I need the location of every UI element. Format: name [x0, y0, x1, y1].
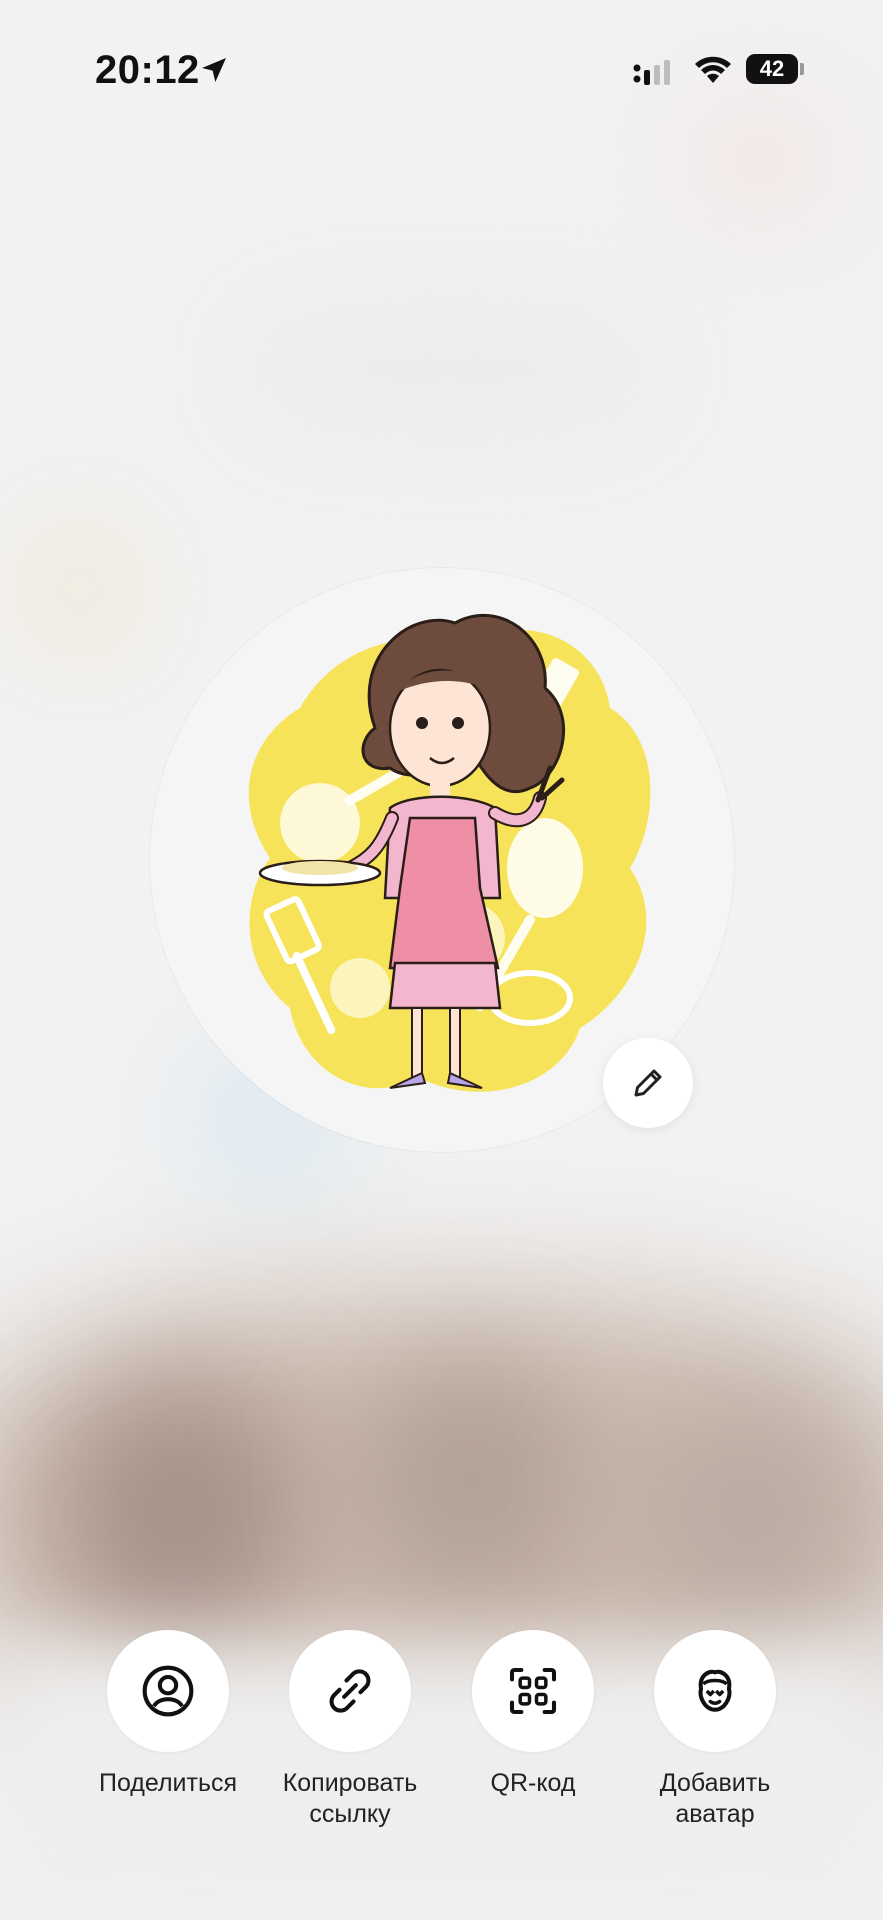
copy-link-button-circle[interactable] [289, 1630, 411, 1752]
location-arrow-icon [202, 58, 226, 82]
qr-scan-icon [509, 1667, 557, 1715]
qr-code-button-circle[interactable] [472, 1630, 594, 1752]
share-button-circle[interactable] [107, 1630, 229, 1752]
avatar-face-icon [698, 1669, 732, 1712]
pencil-icon [634, 1069, 662, 1097]
person-circle-icon [142, 1665, 194, 1717]
status-bar: 20:12 42 [0, 0, 883, 140]
share-button[interactable]: Поделиться [68, 1630, 268, 1799]
copy-link-label: Копировать ссылку [282, 1769, 418, 1828]
qr-code-label: QR-код [490, 1769, 576, 1797]
edit-avatar-button[interactable] [603, 1038, 693, 1128]
action-row: Поделиться Копировать ссылку QR-код Доба… [0, 1630, 883, 1840]
add-avatar-label: Добавить аватар [659, 1769, 771, 1828]
link-icon [329, 1669, 371, 1713]
wifi-icon [695, 56, 731, 83]
battery-level: 42 [759, 56, 785, 81]
battery-icon: 42 [746, 54, 804, 84]
status-time: 20:12 [95, 48, 200, 92]
add-avatar-button[interactable]: Добавить аватар [615, 1630, 815, 1830]
copy-link-button[interactable]: Копировать ссылку [250, 1630, 450, 1830]
cellular-signal-icon [633, 60, 670, 85]
add-avatar-button-circle[interactable] [654, 1630, 776, 1752]
qr-code-button[interactable]: QR-код [433, 1630, 633, 1799]
share-label: Поделиться [98, 1769, 238, 1797]
